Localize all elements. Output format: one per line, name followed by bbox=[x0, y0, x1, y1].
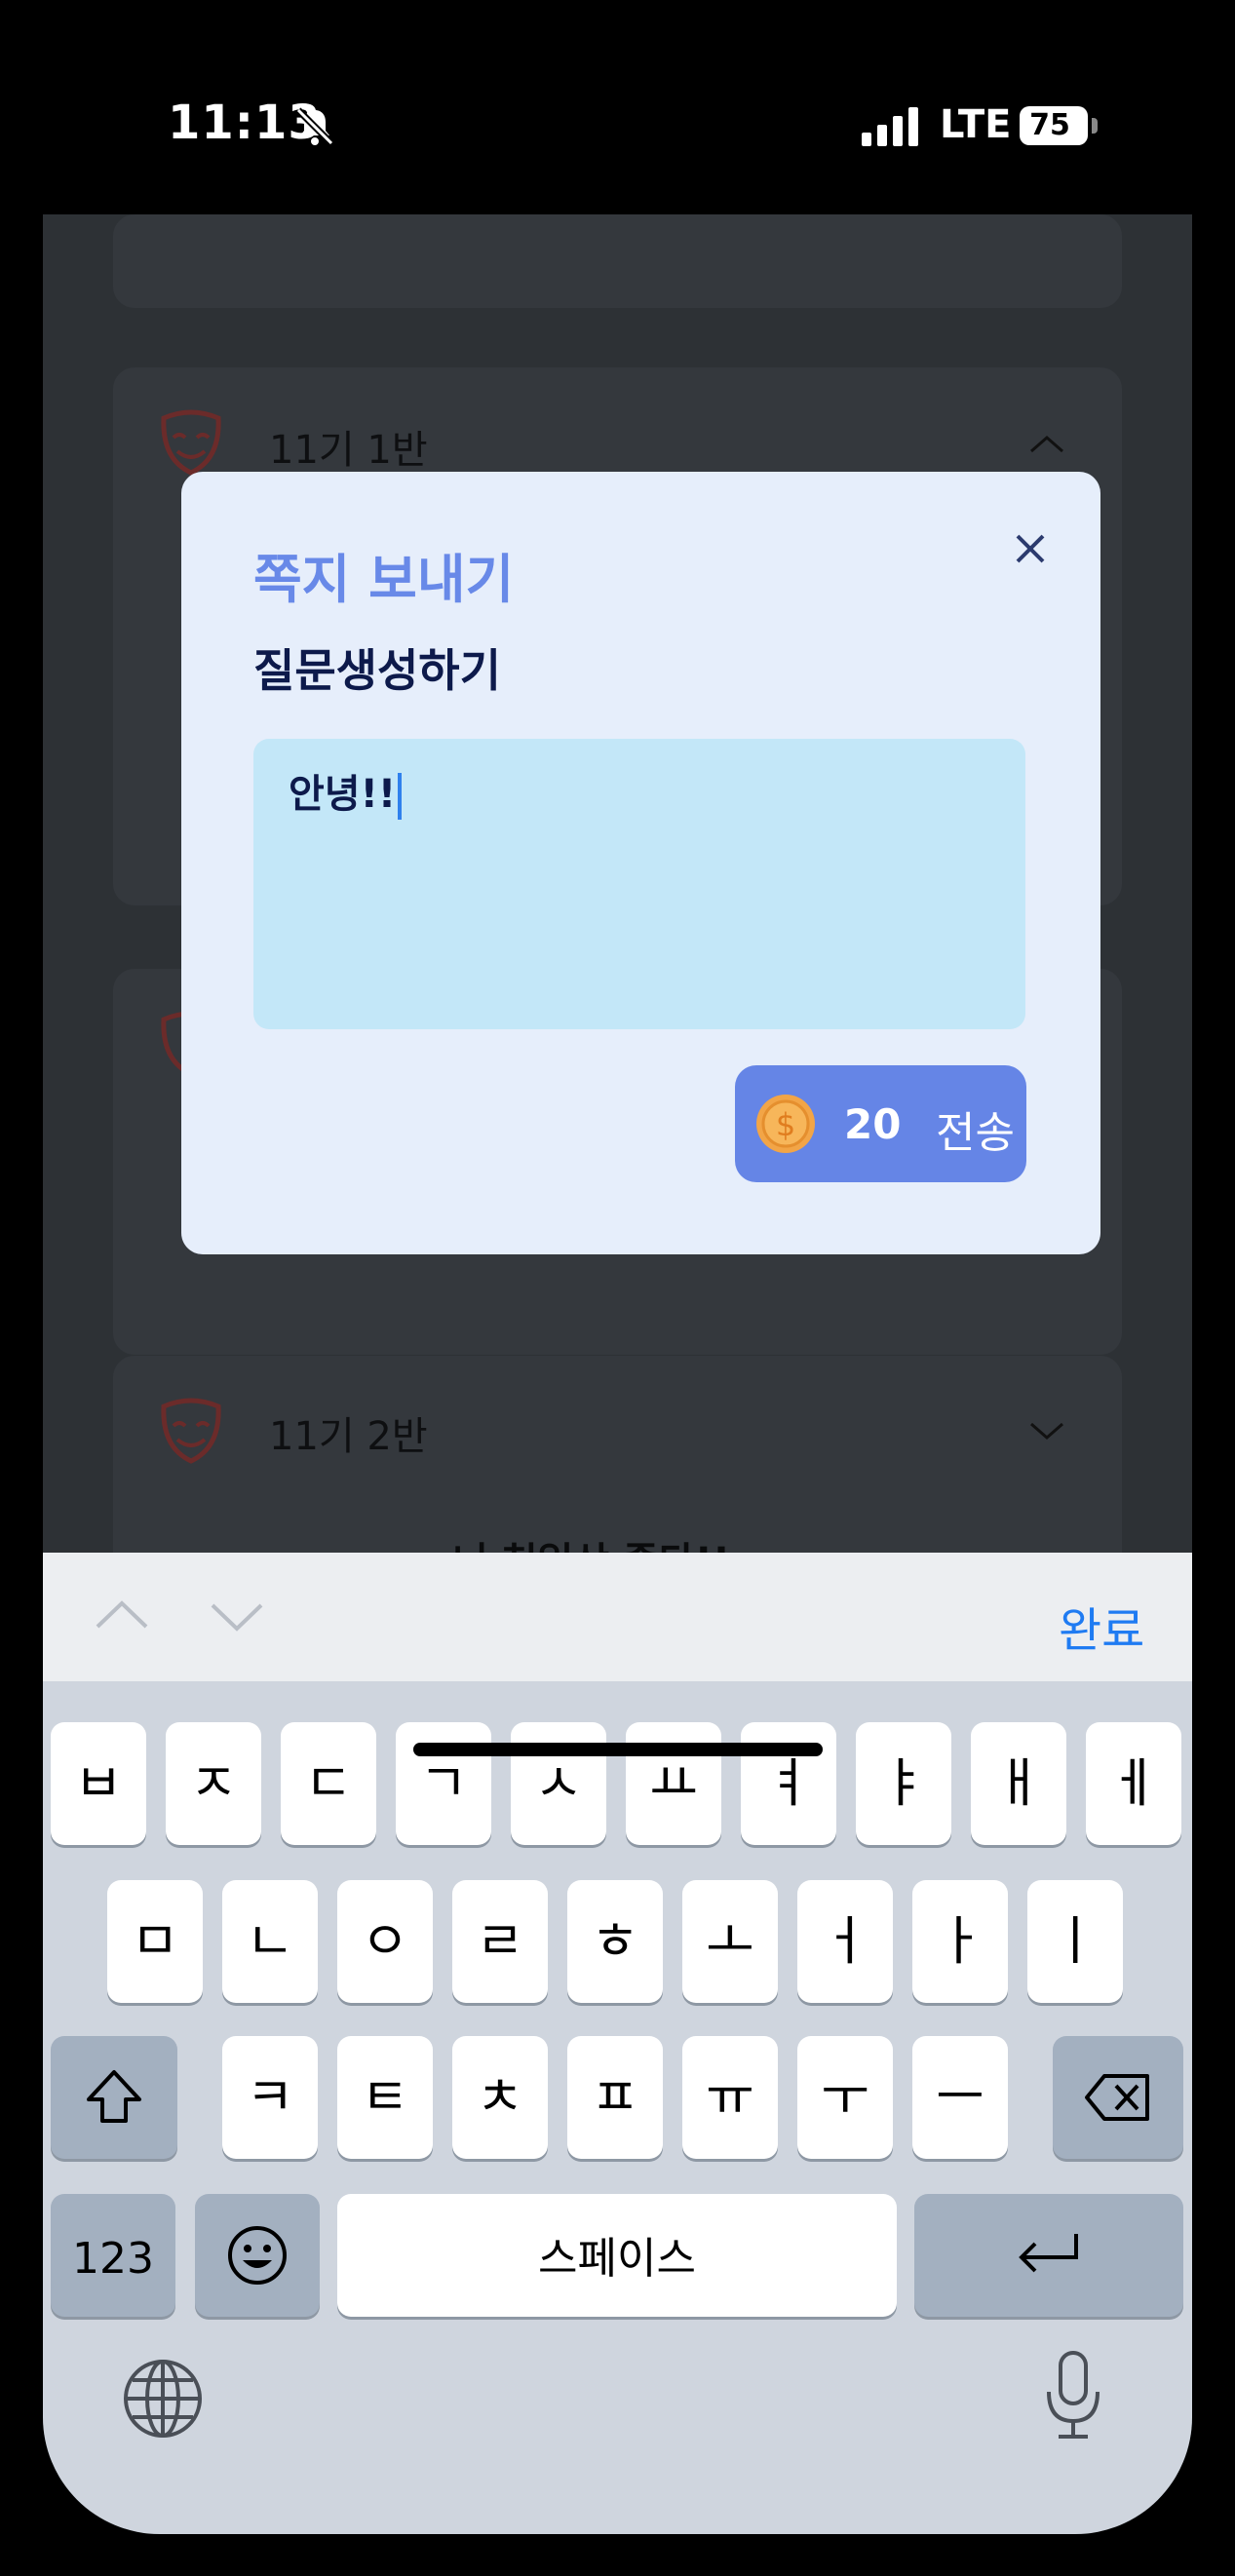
network-label: LTE bbox=[940, 102, 1012, 147]
key-row1-7[interactable]: ㅑ bbox=[856, 1722, 951, 1845]
key-row2-7[interactable]: ㅏ bbox=[912, 1880, 1008, 2003]
chevron-up-icon[interactable] bbox=[1027, 432, 1066, 455]
key-row2-2[interactable]: ㅇ bbox=[337, 1880, 433, 2003]
send-button[interactable]: $ 20 전송 bbox=[735, 1065, 1026, 1182]
key-row3-6[interactable]: ㅡ bbox=[912, 2036, 1008, 2159]
theater-mask-icon bbox=[161, 409, 221, 476]
numbers-key-label: 123 bbox=[72, 2234, 154, 2284]
key-row2-5[interactable]: ㅗ bbox=[682, 1880, 778, 2003]
numbers-key[interactable]: 123 bbox=[51, 2194, 175, 2317]
key-row2-8[interactable]: ㅣ bbox=[1027, 1880, 1123, 2003]
key-row2-0[interactable]: ㅁ bbox=[107, 1880, 203, 2003]
backspace-key[interactable] bbox=[1053, 2036, 1183, 2159]
chevron-down-icon[interactable] bbox=[1027, 1420, 1066, 1443]
emoji-icon bbox=[228, 2226, 287, 2285]
previous-field-icon[interactable] bbox=[94, 1588, 150, 1644]
silent-bell-icon bbox=[295, 107, 334, 146]
next-field-icon[interactable] bbox=[209, 1588, 265, 1644]
battery-level: 75 bbox=[1029, 108, 1070, 142]
key-row2-3[interactable]: ㄹ bbox=[452, 1880, 548, 2003]
message-text[interactable]: 안녕!! bbox=[289, 762, 403, 820]
key-row3-5[interactable]: ㅜ bbox=[797, 2036, 893, 2159]
key-row1-3[interactable]: ㄱ bbox=[396, 1722, 491, 1845]
keyboard-toolbar: 완료 bbox=[43, 1553, 1192, 1681]
korean-keyboard: ㅂㅈㄷㄱㅅㅛㅕㅑㅐㅔ ㅁㄴㅇㄹㅎㅗㅓㅏㅣ ㅋㅌㅊㅍㅠㅜㅡ 123 스페이스 bbox=[43, 1681, 1192, 2534]
theater-mask-icon bbox=[161, 1398, 221, 1464]
key-row1-4[interactable]: ㅅ bbox=[511, 1722, 606, 1845]
key-row1-2[interactable]: ㄷ bbox=[281, 1722, 376, 1845]
key-row1-0[interactable]: ㅂ bbox=[51, 1722, 146, 1845]
key-row3-1[interactable]: ㅌ bbox=[337, 2036, 433, 2159]
return-key[interactable] bbox=[914, 2194, 1183, 2317]
message-value: 안녕!! bbox=[289, 772, 397, 817]
home-indicator[interactable] bbox=[413, 1743, 823, 1756]
done-button[interactable]: 완료 bbox=[1059, 1592, 1144, 1660]
key-row2-1[interactable]: ㄴ bbox=[222, 1880, 318, 2003]
send-cost: 20 bbox=[844, 1100, 902, 1148]
key-row1-8[interactable]: ㅐ bbox=[971, 1722, 1066, 1845]
battery-tip bbox=[1092, 118, 1098, 134]
key-row3-2[interactable]: ㅊ bbox=[452, 2036, 548, 2159]
class-card-title: 11기 2반 bbox=[269, 1414, 428, 1459]
class-card-title: 11기 1반 bbox=[269, 428, 428, 473]
return-icon bbox=[1019, 2234, 1078, 2273]
message-input[interactable]: 안녕!! bbox=[253, 739, 1025, 1029]
battery-icon: 75 bbox=[1020, 106, 1088, 145]
key-row1-5[interactable]: ㅛ bbox=[626, 1722, 721, 1845]
key-row1-9[interactable]: ㅔ bbox=[1086, 1722, 1181, 1845]
emoji-key[interactable] bbox=[195, 2194, 320, 2317]
key-row3-4[interactable]: ㅠ bbox=[682, 2036, 778, 2159]
key-row3-3[interactable]: ㅍ bbox=[567, 2036, 663, 2159]
send-note-modal: 쪽지 보내기 질문생성하기 안녕!! $ 20 전송 bbox=[181, 472, 1100, 1254]
text-caret bbox=[398, 773, 403, 820]
backspace-icon bbox=[1085, 2074, 1149, 2121]
space-key-label: 스페이스 bbox=[538, 2234, 696, 2284]
key-row2-6[interactable]: ㅓ bbox=[797, 1880, 893, 2003]
microphone-icon[interactable] bbox=[1041, 2349, 1105, 2442]
send-label: 전송 bbox=[936, 1108, 1015, 1158]
space-key[interactable]: 스페이스 bbox=[337, 2194, 897, 2317]
background-card-top bbox=[113, 214, 1122, 308]
close-icon[interactable] bbox=[1006, 524, 1055, 573]
modal-subtitle: 질문생성하기 bbox=[253, 644, 501, 697]
modal-title: 쪽지 보내기 bbox=[253, 549, 515, 610]
svg-text:$: $ bbox=[776, 1106, 795, 1143]
app-screen: 11기 1반 11기 2반 너 천일상 좋다!! 쪽지 보내기 bbox=[43, 214, 1192, 2534]
key-row3-0[interactable]: ㅋ bbox=[222, 2036, 318, 2159]
key-row2-4[interactable]: ㅎ bbox=[567, 1880, 663, 2003]
globe-icon[interactable] bbox=[121, 2357, 205, 2441]
key-row1-1[interactable]: ㅈ bbox=[166, 1722, 261, 1845]
shift-key[interactable] bbox=[51, 2036, 177, 2159]
signal-icon bbox=[862, 107, 918, 146]
coin-icon: $ bbox=[756, 1095, 815, 1153]
status-bar: 11:13 LTE 75 bbox=[0, 0, 1235, 214]
phone-frame: 11:13 LTE 75 11기 1반 11기 2반 쪽지 보내기 질문생성하기… bbox=[0, 0, 1235, 2576]
key-row1-6[interactable]: ㅕ bbox=[741, 1722, 836, 1845]
shift-icon bbox=[87, 2070, 141, 2123]
